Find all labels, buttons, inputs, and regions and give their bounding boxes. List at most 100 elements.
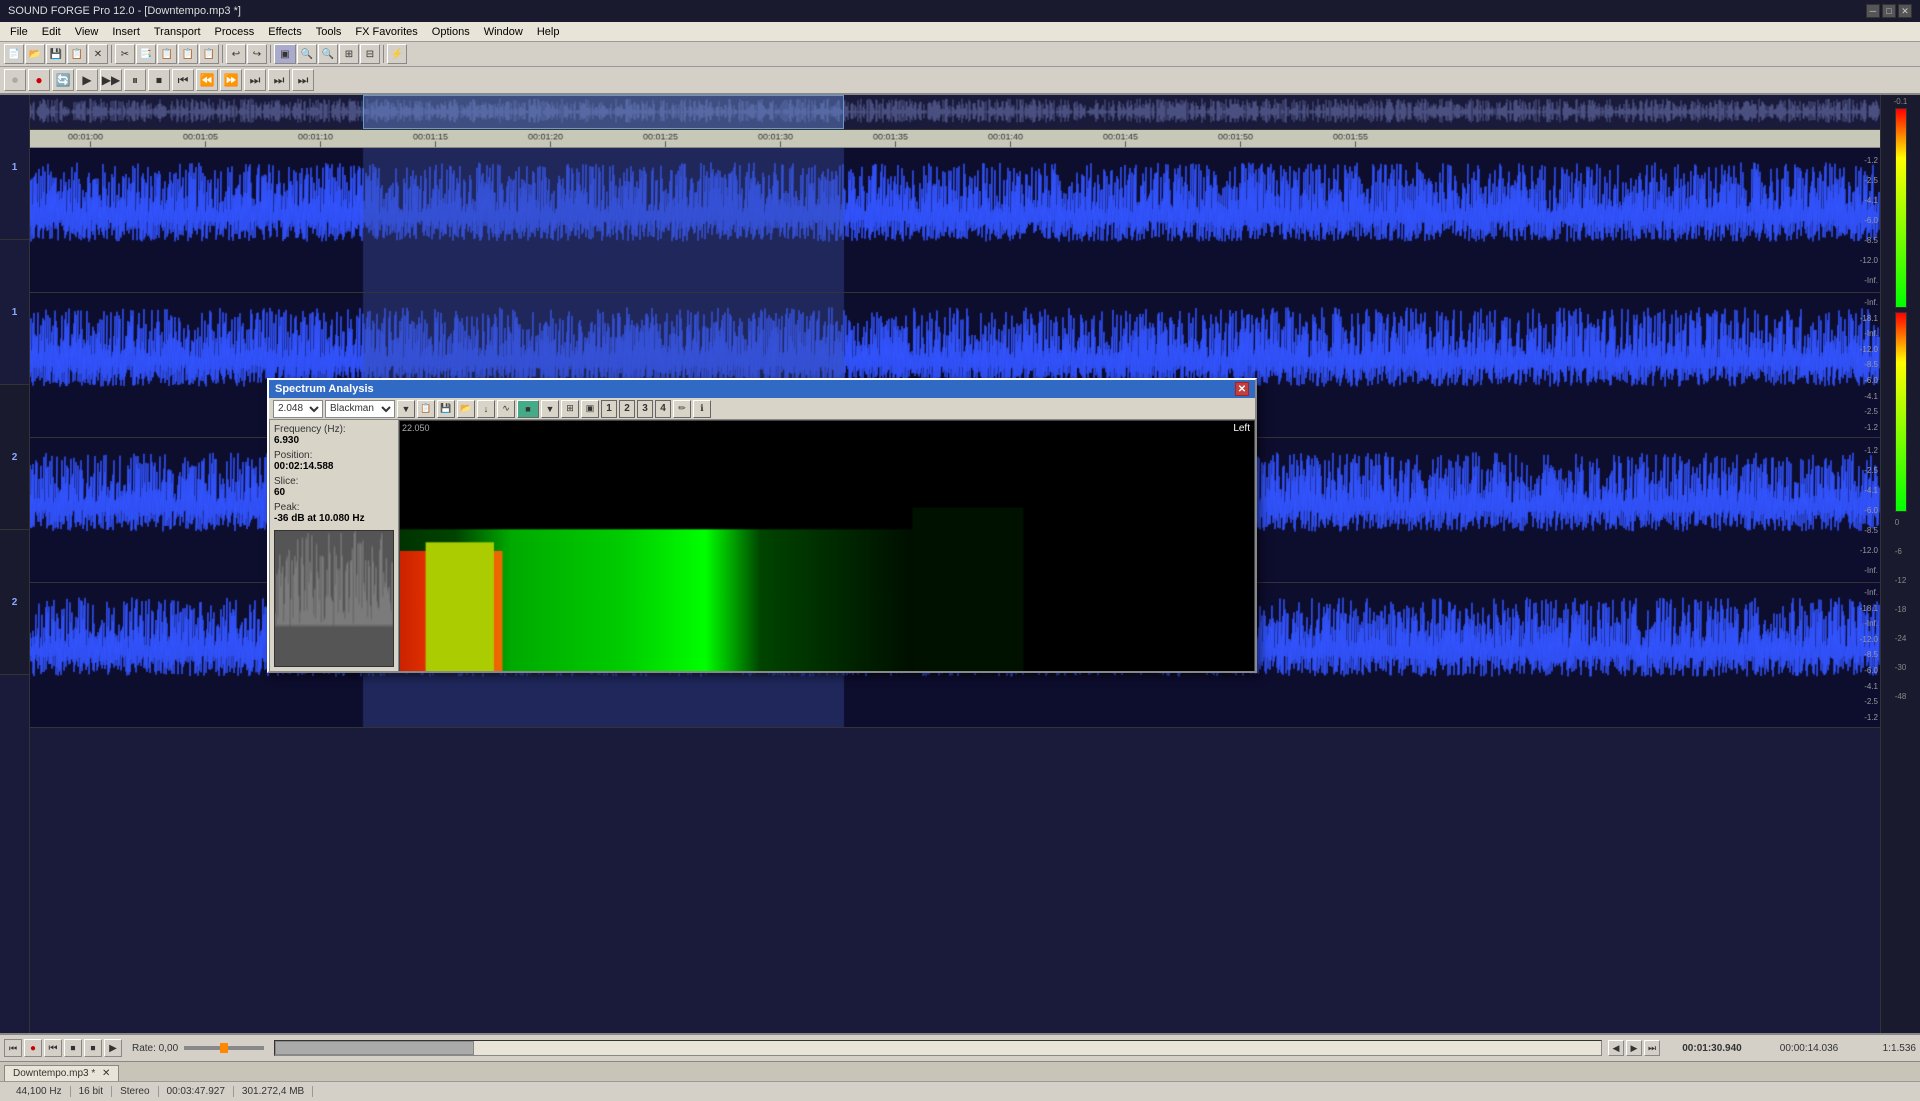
bottom-next-btn[interactable]: ▶	[104, 1039, 122, 1057]
spec-copy-btn[interactable]: 📋	[417, 400, 435, 418]
spectrum-charts: Left 22.050 Freq. 0 ◁	[399, 420, 1255, 671]
tb-zoom-all[interactable]: ⊟	[360, 44, 380, 64]
spec-ch4-btn[interactable]: 4	[655, 400, 671, 418]
tb-prev[interactable]: ⏪	[196, 69, 218, 91]
tb-fast-forward[interactable]: ⏭	[268, 69, 290, 91]
level-meter-label: -0.1	[1894, 97, 1908, 106]
tb-prev2[interactable]: ⏭	[244, 69, 266, 91]
level-meter-right	[1895, 312, 1907, 512]
tb-copy[interactable]: 📑	[136, 44, 156, 64]
tb-record[interactable]: ●	[28, 69, 50, 91]
bottom-prev-btn[interactable]: ⏮	[44, 1039, 62, 1057]
menu-options[interactable]: Options	[426, 25, 476, 39]
spectrum-close-button[interactable]: ✕	[1235, 382, 1249, 396]
freq-value: 6.930	[274, 435, 394, 446]
tab-downtempo[interactable]: Downtempo.mp3 * ✕	[4, 1065, 119, 1081]
tab-close[interactable]: ✕	[102, 1068, 110, 1079]
track1-waveform[interactable]: -1.2-2.5-4.1-6.0-8.5-12.0-Inf.	[30, 148, 1880, 293]
spec-pen-btn[interactable]: ✏	[673, 400, 691, 418]
menu-transport[interactable]: Transport	[148, 25, 207, 39]
tb-cut[interactable]: ✂	[115, 44, 135, 64]
tb-rewind[interactable]: ⏮	[172, 69, 194, 91]
tb-end[interactable]: ⏭	[292, 69, 314, 91]
spectrum-canvas-left[interactable]	[400, 421, 1254, 671]
menu-insert[interactable]: Insert	[106, 25, 146, 39]
horizontal-scrollbar[interactable]	[274, 1040, 1602, 1056]
track-labels: 1 1 2 2	[0, 95, 30, 1033]
bottom-play-btn[interactable]: ⏹	[64, 1039, 82, 1057]
scroll-right-btn[interactable]: ▶	[1626, 1040, 1642, 1056]
menu-fx-favorites[interactable]: FX Favorites	[349, 25, 423, 39]
tb-select-all[interactable]: ▣	[274, 44, 296, 64]
spec-color2-btn[interactable]: ▼	[541, 400, 559, 418]
overview[interactable]	[30, 95, 1880, 130]
spectrum-info-panel: Frequency (Hz): 6.930 Position: 00:02:14…	[269, 420, 399, 671]
menu-window[interactable]: Window	[478, 25, 529, 39]
window-func-select[interactable]: Blackman	[325, 400, 395, 418]
spec-single-btn[interactable]: ▣	[581, 400, 599, 418]
tb-zoom-sel[interactable]: ⊞	[339, 44, 359, 64]
tb-play-loop[interactable]: ▶▶	[100, 69, 122, 91]
fft-size-select[interactable]: 2.048	[273, 400, 323, 418]
minimize-button[interactable]: ─	[1866, 4, 1880, 18]
tb-paste[interactable]: 📋	[157, 44, 177, 64]
spec-info-btn[interactable]: ℹ	[693, 400, 711, 418]
db-scale-right2: -Inf.-18.1-Inf.-12.0-8.5-6.0-4.1-2.5-1.2	[1850, 583, 1880, 727]
left-channel-label: Left	[1233, 423, 1250, 434]
tb-zoom-in[interactable]: 🔍	[297, 44, 317, 64]
rate-slider[interactable]	[184, 1046, 264, 1050]
menu-file[interactable]: File	[4, 25, 34, 39]
peak-label: Peak:	[274, 502, 300, 513]
tb-save-as[interactable]: 📋	[67, 44, 87, 64]
scroll-end-btn[interactable]: ⏭	[1644, 1040, 1660, 1056]
spec-ch1-btn[interactable]: 1	[601, 400, 617, 418]
tb-undo[interactable]: ↩	[226, 44, 246, 64]
scroll-left-btn[interactable]: ◀	[1608, 1040, 1624, 1056]
tb-zoom-out[interactable]: 🔍	[318, 44, 338, 64]
spec-settings-btn[interactable]: ▼	[397, 400, 415, 418]
bottom-rec-btn[interactable]: ●	[24, 1039, 42, 1057]
tb-play[interactable]: ▶	[76, 69, 98, 91]
spec-ch2-btn[interactable]: 2	[619, 400, 635, 418]
slice-label: Slice:	[274, 476, 298, 487]
menu-tools[interactable]: Tools	[310, 25, 348, 39]
db-scale-left2: -Inf.-18.1-Inf.-12.0-8.5-6.0-4.1-2.5-1.2	[1850, 293, 1880, 437]
bottom-record[interactable]: ⏮	[4, 1039, 22, 1057]
bottom-stop-btn[interactable]: ⏹	[84, 1039, 102, 1057]
tb-save[interactable]: 💾	[46, 44, 66, 64]
spec-arrow-btn[interactable]: ↓	[477, 400, 495, 418]
maximize-button[interactable]: □	[1882, 4, 1896, 18]
spec-freq-btn[interactable]: ∿	[497, 400, 515, 418]
status-bit-depth: 16 bit	[71, 1086, 112, 1097]
tb-pause[interactable]: ⏸	[124, 69, 146, 91]
tb-paste2[interactable]: 📋	[178, 44, 198, 64]
tb-close[interactable]: ✕	[88, 44, 108, 64]
spec-open-btn[interactable]: 📂	[457, 400, 475, 418]
menu-view[interactable]: View	[69, 25, 105, 39]
spec-save-btn[interactable]: 💾	[437, 400, 455, 418]
db-scale-right: -1.2-2.5-4.1-6.0-8.5-12.0-Inf.	[1850, 438, 1880, 582]
tracks-container[interactable]: -1.2-2.5-4.1-6.0-8.5-12.0-Inf. -Inf.-18.…	[30, 148, 1880, 1033]
tb-stop[interactable]: ⏹	[148, 69, 170, 91]
close-button[interactable]: ✕	[1898, 4, 1912, 18]
tb-script[interactable]: ⚡	[387, 44, 407, 64]
waveform-area[interactable]: -1.2-2.5-4.1-6.0-8.5-12.0-Inf. -Inf.-18.…	[30, 95, 1880, 1033]
app-title: SOUND FORGE Pro 12.0 - [Downtempo.mp3 *]	[8, 5, 241, 17]
tb-open[interactable]: 📂	[25, 44, 45, 64]
tb-next[interactable]: ⏩	[220, 69, 242, 91]
menu-effects[interactable]: Effects	[262, 25, 307, 39]
window-buttons: ─ □ ✕	[1866, 4, 1912, 18]
menu-help[interactable]: Help	[531, 25, 566, 39]
spec-color-btn[interactable]: ■	[517, 400, 539, 418]
menu-process[interactable]: Process	[209, 25, 261, 39]
tb-redo[interactable]: ↪	[247, 44, 267, 64]
tb-paste3[interactable]: 📋	[199, 44, 219, 64]
spec-grid-btn[interactable]: ⊞	[561, 400, 579, 418]
tb-new[interactable]: 📄	[4, 44, 24, 64]
tb-record-arm[interactable]: ⏺	[4, 69, 26, 91]
menu-edit[interactable]: Edit	[36, 25, 67, 39]
peak-value: -36 dB at 10.080 Hz	[274, 513, 394, 524]
spec-ch3-btn[interactable]: 3	[637, 400, 653, 418]
overview-selection[interactable]	[363, 95, 844, 129]
tb-loop[interactable]: 🔄	[52, 69, 74, 91]
